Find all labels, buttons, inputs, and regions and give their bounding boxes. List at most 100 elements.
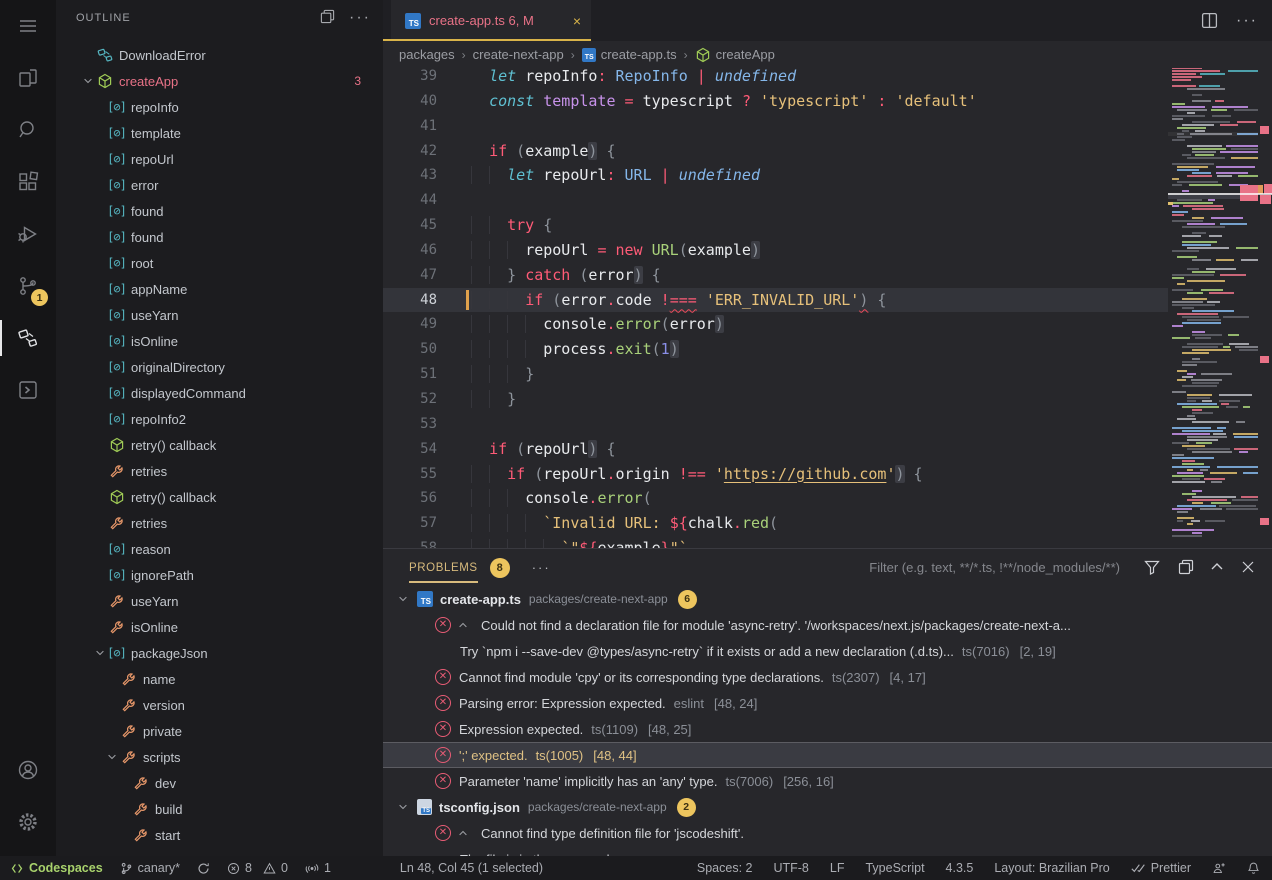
outline-item-useyarn[interactable]: useYarn — [56, 588, 383, 614]
problems-file-create-app-ts[interactable]: TScreate-app.tspackages/create-next-app6 — [383, 586, 1272, 612]
status-encoding[interactable]: UTF-8 — [773, 861, 808, 875]
maximize-panel-icon[interactable] — [1209, 559, 1225, 575]
outline-item-repoinfo2[interactable]: [⊘]repoInfo2 — [56, 406, 383, 432]
problem-row[interactable]: ✕Could not find a declaration file for m… — [383, 612, 1272, 638]
outline-item-isonline[interactable]: [⊘]isOnline — [56, 328, 383, 354]
chevron-down-icon[interactable] — [103, 749, 120, 765]
code-line-47[interactable]: 47 } catch (error) { — [383, 263, 1168, 288]
breadcrumb-create-app-ts[interactable]: TScreate-app.ts — [582, 47, 677, 62]
code-line-51[interactable]: 51 } — [383, 362, 1168, 387]
code-line-41[interactable]: 41 — [383, 114, 1168, 139]
code-line-52[interactable]: 52 } — [383, 387, 1168, 412]
split-editor-icon[interactable] — [1201, 12, 1218, 29]
group-by-icon[interactable] — [1178, 559, 1194, 575]
outline-item-scripts[interactable]: scripts — [56, 744, 383, 770]
outline-item-found[interactable]: [⊘]found — [56, 198, 383, 224]
outline-item-found[interactable]: [⊘]found — [56, 224, 383, 250]
code-line-49[interactable]: 49 console.error(error) — [383, 312, 1168, 337]
breadcrumb-create-next-app[interactable]: create-next-app — [473, 47, 564, 62]
activity-account-icon[interactable] — [0, 744, 56, 796]
code-line-40[interactable]: 40 const template = typescript ? 'typesc… — [383, 89, 1168, 114]
outline-item-appname[interactable]: [⊘]appName — [56, 276, 383, 302]
problem-row-detail[interactable]: The file is in the program because: — [383, 846, 1272, 856]
code-line-58[interactable]: 58 `"${example}"` — [383, 536, 1168, 548]
code-line-50[interactable]: 50 process.exit(1) — [383, 337, 1168, 362]
outline-item-error[interactable]: [⊘]error — [56, 172, 383, 198]
activity-settings-gear-icon[interactable] — [0, 796, 56, 848]
status-prettier[interactable]: Prettier — [1131, 861, 1191, 875]
code-line-48[interactable]: 48 if (error.code !=== 'ERR_INVALID_URL'… — [383, 288, 1168, 313]
chevron-down-icon[interactable] — [397, 801, 413, 813]
editor-more-actions-icon[interactable]: ··· — [1236, 12, 1258, 30]
outline-item-packagejson[interactable]: [⊘]packageJson — [56, 640, 383, 666]
status-branch[interactable]: canary* — [120, 861, 180, 875]
close-panel-icon[interactable] — [1240, 559, 1256, 575]
outline-item-build[interactable]: build — [56, 796, 383, 822]
code-line-56[interactable]: 56 console.error( — [383, 486, 1168, 511]
status-problems[interactable]: 80 — [227, 861, 288, 875]
outline-item-downloaderror[interactable]: DownloadError — [56, 42, 383, 68]
code-line-43[interactable]: 43 let repoUrl: URL | undefined — [383, 163, 1168, 188]
outline-item-ignorepath[interactable]: [⊘]ignorePath — [56, 562, 383, 588]
activity-remote-panel-icon[interactable] — [0, 364, 56, 416]
outline-item-useyarn[interactable]: [⊘]useYarn — [56, 302, 383, 328]
status-feedback[interactable] — [1212, 862, 1226, 875]
problems-file-tsconfig-json[interactable]: tsconfig.jsonpackages/create-next-app2 — [383, 794, 1272, 820]
code-line-46[interactable]: 46 repoUrl = new URL(example) — [383, 238, 1168, 263]
activity-source-control-icon[interactable]: 1 — [0, 260, 56, 312]
outline-item-retry-callback[interactable]: retry() callback — [56, 432, 383, 458]
status-sync[interactable] — [197, 862, 210, 875]
activity-run-debug-icon[interactable] — [0, 208, 56, 260]
chevron-down-icon[interactable] — [397, 593, 413, 605]
outline-item-isonline[interactable]: isOnline — [56, 614, 383, 640]
problem-row[interactable]: ✕Expression expected.ts(1109)[48, 25] — [383, 716, 1272, 742]
status-ports[interactable]: 1 — [305, 861, 331, 875]
tab-create-app[interactable]: TS create-app.ts 6, M × — [391, 0, 591, 41]
outline-item-version[interactable]: version — [56, 692, 383, 718]
code-line-42[interactable]: 42 if (example) { — [383, 139, 1168, 164]
problems-filter-input[interactable] — [820, 560, 1120, 575]
status-cursor-position[interactable]: Ln 48, Col 45 (1 selected) — [400, 861, 543, 875]
status-ts-version[interactable]: 4.3.5 — [946, 861, 974, 875]
problem-row[interactable]: ✕Parameter 'name' implicitly has an 'any… — [383, 768, 1272, 794]
outline-item-private[interactable]: private — [56, 718, 383, 744]
minimap[interactable] — [1168, 62, 1258, 548]
problem-row[interactable]: ✕Parsing error: Expression expected.esli… — [383, 690, 1272, 716]
activity-symbols-icon[interactable] — [0, 312, 56, 364]
outline-item-start[interactable]: start — [56, 822, 383, 848]
outline-item-repourl[interactable]: [⊘]repoUrl — [56, 146, 383, 172]
status-indentation[interactable]: Spaces: 2 — [697, 861, 753, 875]
code-line-57[interactable]: 57 `Invalid URL: ${chalk.red( — [383, 511, 1168, 536]
activity-menu-icon[interactable] — [0, 0, 56, 52]
collapse-all-icon[interactable] — [320, 9, 335, 27]
activity-extensions-icon[interactable] — [0, 156, 56, 208]
breadcrumb-packages[interactable]: packages — [399, 47, 455, 62]
status-notifications[interactable] — [1247, 861, 1260, 875]
problem-row-detail[interactable]: Try `npm i --save-dev @types/async-retry… — [383, 638, 1272, 664]
filter-icon[interactable] — [1144, 559, 1160, 575]
code-line-55[interactable]: 55 if (repoUrl.origin !== 'https://githu… — [383, 462, 1168, 487]
outline-item-originaldirectory[interactable]: [⊘]originalDirectory — [56, 354, 383, 380]
problem-row[interactable]: ✕Cannot find type definition file for 'j… — [383, 820, 1272, 846]
activity-explorer-icon[interactable] — [0, 52, 56, 104]
problem-row[interactable]: ✕Cannot find module 'cpy' or its corresp… — [383, 664, 1272, 690]
code-line-54[interactable]: 54 if (repoUrl) { — [383, 437, 1168, 462]
status-eol[interactable]: LF — [830, 861, 845, 875]
more-actions-icon[interactable]: ··· — [349, 9, 371, 27]
outline-item-retries[interactable]: retries — [56, 458, 383, 484]
code-line-45[interactable]: 45 try { — [383, 213, 1168, 238]
chevron-down-icon[interactable] — [91, 645, 108, 661]
chevron-up-icon[interactable] — [457, 619, 473, 631]
code-editor[interactable]: 39 let repoInfo: RepoInfo | undefined40 … — [383, 64, 1168, 548]
chevron-up-icon[interactable] — [457, 827, 473, 839]
outline-item-name[interactable]: name — [56, 666, 383, 692]
status-layout[interactable]: Layout: Brazilian Pro — [994, 861, 1109, 875]
breadcrumb-createapp[interactable]: createApp — [695, 47, 775, 63]
code-line-53[interactable]: 53 — [383, 412, 1168, 437]
outline-item-displayedcommand[interactable]: [⊘]displayedCommand — [56, 380, 383, 406]
outline-item-reason[interactable]: [⊘]reason — [56, 536, 383, 562]
outline-item-dev[interactable]: dev — [56, 770, 383, 796]
problem-row[interactable]: ✕';' expected.ts(1005)[48, 44] — [383, 742, 1272, 768]
panel-more-actions-icon[interactable]: ··· — [532, 560, 551, 575]
tab-close-icon[interactable]: × — [573, 13, 581, 29]
